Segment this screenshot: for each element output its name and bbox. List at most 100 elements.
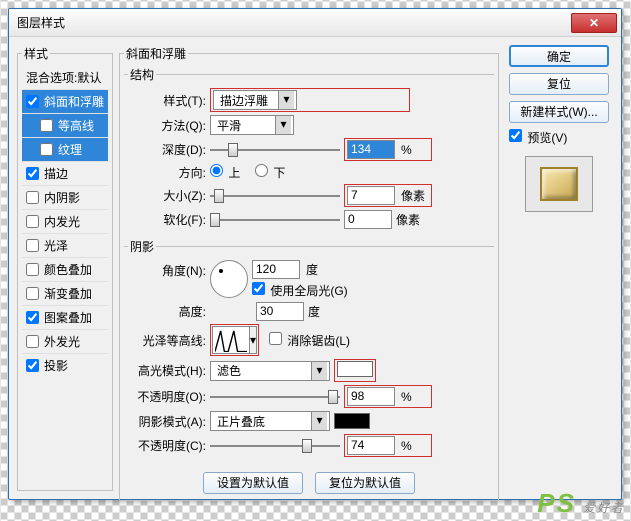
soften-slider[interactable]: [210, 211, 340, 229]
layer-style-dialog: 图层样式 ✕ 样式 混合选项:默认斜面和浮雕等高线纹理描边内阴影内发光光泽颜色叠…: [8, 8, 622, 500]
style-item[interactable]: 斜面和浮雕: [22, 89, 108, 113]
new-style-button[interactable]: 新建样式(W)...: [509, 101, 609, 123]
style-item-checkbox[interactable]: [26, 215, 39, 228]
structure-group: 结构 样式(T): 描边浮雕 ▾ 方法(Q):: [124, 66, 494, 234]
style-item[interactable]: 颜色叠加: [22, 257, 108, 281]
style-item[interactable]: 外发光: [22, 329, 108, 353]
style-item-label: 内发光: [44, 213, 80, 230]
style-item-checkbox[interactable]: [26, 287, 39, 300]
shadow-mode-dropdown[interactable]: 正片叠底 ▾: [210, 411, 330, 431]
style-item-label: 外发光: [44, 333, 80, 350]
soften-input[interactable]: 0: [344, 210, 392, 229]
gloss-contour-picker[interactable]: [212, 326, 250, 354]
styles-panel: 样式 混合选项:默认斜面和浮雕等高线纹理描边内阴影内发光光泽颜色叠加渐变叠加图案…: [17, 45, 113, 491]
bevel-legend: 斜面和浮雕: [124, 45, 188, 62]
style-item-checkbox[interactable]: [26, 311, 39, 324]
style-item-label: 纹理: [58, 141, 82, 158]
technique-dropdown[interactable]: 平滑 ▾: [210, 115, 294, 135]
style-item-label: 光泽: [44, 237, 68, 254]
angle-unit: 度: [306, 261, 318, 278]
style-item-label: 颜色叠加: [44, 261, 92, 278]
shadow-opacity-unit: %: [401, 439, 429, 453]
style-item-checkbox[interactable]: [26, 263, 39, 276]
style-item[interactable]: 图案叠加: [22, 305, 108, 329]
chevron-down-icon: ▾: [278, 91, 294, 109]
style-item-checkbox[interactable]: [26, 191, 39, 204]
style-item[interactable]: 渐变叠加: [22, 281, 108, 305]
gloss-label: 光泽等高线:: [128, 332, 206, 349]
make-default-button[interactable]: 设置为默认值: [203, 472, 303, 494]
chevron-down-icon[interactable]: ▾: [250, 326, 257, 354]
watermark: PS 爱好者: [537, 488, 625, 519]
shading-group: 阴影 角度(N): 120 度 使用全局光(G): [124, 238, 494, 462]
style-item-label: 渐变叠加: [44, 285, 92, 302]
styles-list: 混合选项:默认斜面和浮雕等高线纹理描边内阴影内发光光泽颜色叠加渐变叠加图案叠加外…: [22, 66, 108, 377]
altitude-input[interactable]: 30: [256, 302, 304, 321]
size-slider[interactable]: [210, 187, 340, 205]
cancel-button[interactable]: 复位: [509, 73, 609, 95]
highlight-mode-label: 高光模式(H):: [128, 362, 206, 379]
blend-options-item[interactable]: 混合选项:默认: [22, 66, 108, 89]
chevron-down-icon: ▾: [275, 116, 291, 134]
chevron-down-icon: ▾: [311, 412, 327, 430]
styles-legend: 样式: [22, 45, 50, 62]
bevel-panel: 斜面和浮雕 结构 样式(T): 描边浮雕 ▾: [119, 45, 499, 501]
depth-unit: %: [401, 143, 429, 157]
highlight-opacity-slider[interactable]: [210, 388, 340, 406]
highlight-color-swatch[interactable]: [337, 361, 373, 377]
style-item-checkbox[interactable]: [26, 95, 39, 108]
style-item[interactable]: 内阴影: [22, 185, 108, 209]
antialias-checkbox[interactable]: 消除锯齿(L): [269, 332, 350, 349]
style-item[interactable]: 纹理: [22, 137, 108, 161]
preview-checkbox[interactable]: 预览(V): [509, 129, 567, 146]
shadow-opacity-input[interactable]: 74: [347, 436, 395, 455]
style-item-label: 描边: [44, 165, 68, 182]
close-button[interactable]: ✕: [571, 13, 617, 33]
angle-label: 角度(N):: [128, 260, 206, 279]
size-unit: 像素: [401, 187, 429, 204]
style-item-label: 斜面和浮雕: [44, 93, 104, 110]
soften-unit: 像素: [396, 211, 424, 228]
style-item-label: 图案叠加: [44, 309, 92, 326]
reset-default-button[interactable]: 复位为默认值: [315, 472, 415, 494]
style-item-checkbox[interactable]: [26, 335, 39, 348]
chevron-down-icon: ▾: [311, 362, 327, 380]
style-item-checkbox[interactable]: [40, 119, 53, 132]
angle-input[interactable]: 120: [252, 260, 300, 279]
depth-slider[interactable]: [210, 141, 340, 159]
shading-legend: 阴影: [128, 238, 156, 255]
global-light-checkbox[interactable]: 使用全局光(G): [252, 282, 348, 299]
style-item-checkbox[interactable]: [26, 239, 39, 252]
depth-input[interactable]: 134: [347, 140, 395, 159]
structure-legend: 结构: [128, 66, 156, 83]
angle-dial[interactable]: [210, 260, 248, 298]
style-item[interactable]: 内发光: [22, 209, 108, 233]
direction-up-radio[interactable]: 上: [210, 164, 240, 181]
style-label: 样式(T):: [128, 92, 206, 109]
style-item-checkbox[interactable]: [26, 167, 39, 180]
shadow-mode-label: 阴影模式(A):: [128, 413, 206, 430]
style-item[interactable]: 光泽: [22, 233, 108, 257]
style-item[interactable]: 投影: [22, 353, 108, 377]
ok-button[interactable]: 确定: [509, 45, 609, 67]
shadow-opacity-label: 不透明度(C):: [128, 437, 206, 454]
shadow-opacity-slider[interactable]: [210, 437, 340, 455]
highlight-opacity-input[interactable]: 98: [347, 387, 395, 406]
titlebar[interactable]: 图层样式 ✕: [9, 9, 621, 37]
technique-label: 方法(Q):: [128, 117, 206, 134]
dialog-title: 图层样式: [17, 14, 571, 31]
preview-thumbnail: [525, 156, 593, 212]
size-input[interactable]: 7: [347, 186, 395, 205]
direction-down-radio[interactable]: 下: [255, 164, 285, 181]
shadow-color-swatch[interactable]: [334, 413, 370, 429]
style-item[interactable]: 描边: [22, 161, 108, 185]
style-item-label: 投影: [44, 357, 68, 374]
style-item-checkbox[interactable]: [40, 143, 53, 156]
highlight-mode-dropdown[interactable]: 滤色 ▾: [210, 361, 330, 381]
highlight-opacity-unit: %: [401, 390, 429, 404]
style-dropdown[interactable]: 描边浮雕 ▾: [213, 90, 297, 110]
style-item[interactable]: 等高线: [22, 113, 108, 137]
depth-label: 深度(D):: [128, 141, 206, 158]
style-item-checkbox[interactable]: [26, 359, 39, 372]
altitude-unit: 度: [308, 303, 320, 320]
